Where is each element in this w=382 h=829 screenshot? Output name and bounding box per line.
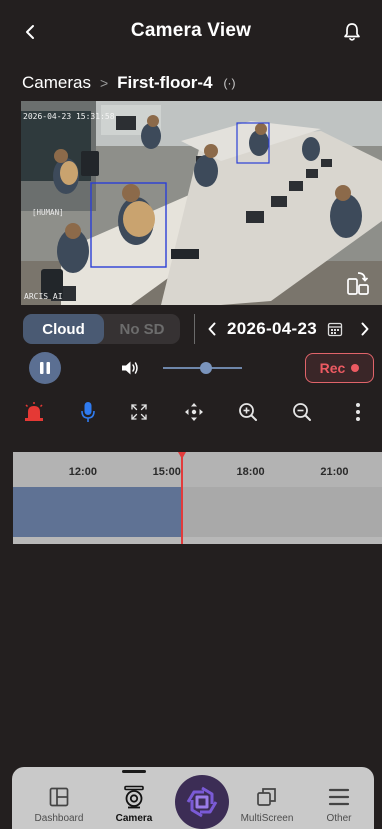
live-signal-icon: (·) xyxy=(223,76,236,90)
app-logo-icon xyxy=(186,786,218,818)
playback-timeline[interactable]: 12:00 15:00 18:00 21:00 xyxy=(13,452,382,544)
bell-icon xyxy=(344,23,360,41)
app-logo-button[interactable] xyxy=(175,775,229,829)
breadcrumb: Cameras > First-floor-4 (·) xyxy=(22,71,236,95)
office-scene-image xyxy=(21,101,382,305)
previous-date-button[interactable] xyxy=(204,317,220,341)
timeline-tick-label: 12:00 xyxy=(68,466,97,478)
camera-video-feed[interactable]: 2026-04-23 15:31:58 [HUMAN] ARCIS AI xyxy=(21,101,382,305)
menu-icon xyxy=(328,788,350,806)
playhead-marker-icon[interactable] xyxy=(178,452,187,459)
zoom-out-icon xyxy=(293,403,311,421)
pause-button[interactable] xyxy=(29,352,61,384)
video-watermark: ARCIS AI xyxy=(24,292,63,301)
chevron-right-icon xyxy=(361,322,369,336)
recorded-segment xyxy=(13,487,183,537)
current-date[interactable]: 2026-04-23 xyxy=(227,319,317,339)
storage-option-no-sd[interactable]: No SD xyxy=(104,314,180,344)
notifications-button[interactable] xyxy=(340,20,364,44)
timeline-tick-label: 15:00 xyxy=(152,466,181,478)
volume-slider-handle[interactable] xyxy=(200,362,213,374)
dashboard-icon xyxy=(49,787,69,807)
nav-item-other[interactable]: Other xyxy=(308,767,370,829)
camera-icon xyxy=(124,785,144,809)
speaker-icon[interactable] xyxy=(121,360,139,376)
nav-label-camera: Camera xyxy=(115,813,153,824)
calendar-icon[interactable] xyxy=(327,321,343,337)
storage-segmented-control: Cloud No SD xyxy=(23,314,180,344)
record-label: Rec xyxy=(319,360,346,376)
storage-date-row: Cloud No SD 2026-04-23 xyxy=(0,314,382,344)
detection-label: [HUMAN] xyxy=(32,208,64,217)
breadcrumb-separator: > xyxy=(99,75,109,91)
playback-row: Rec xyxy=(0,351,382,385)
breadcrumb-root[interactable]: Cameras xyxy=(22,73,91,93)
timeline-tick-label: 18:00 xyxy=(236,466,265,478)
nav-item-dashboard[interactable]: Dashboard xyxy=(24,767,94,829)
microphone-icon xyxy=(81,402,95,422)
multiscreen-icon xyxy=(257,788,276,806)
timeline-tick-label: 21:00 xyxy=(320,466,349,478)
nav-item-multiscreen[interactable]: MultiScreen xyxy=(234,767,300,829)
camera-toolbar xyxy=(0,398,382,426)
record-button[interactable]: Rec xyxy=(305,353,374,383)
rotate-screen-button[interactable] xyxy=(342,267,374,299)
ptz-move-icon xyxy=(185,403,203,421)
nav-label-dashboard: Dashboard xyxy=(34,813,84,824)
siren-button[interactable] xyxy=(22,400,46,424)
timeline-footer xyxy=(13,537,382,544)
app-header: Camera View xyxy=(0,0,382,64)
fullscreen-icon xyxy=(131,404,147,420)
zoom-in-button[interactable] xyxy=(236,400,260,424)
bottom-navigation: Dashboard Camera MultiScreen Other xyxy=(12,767,374,829)
video-timestamp: 2026-04-23 15:31:58 xyxy=(23,112,115,121)
more-options-button[interactable] xyxy=(346,400,370,424)
timeline-playhead[interactable] xyxy=(181,452,184,544)
next-date-button[interactable] xyxy=(357,317,373,341)
breadcrumb-current: First-floor-4 xyxy=(117,73,213,92)
nav-item-camera[interactable]: Camera xyxy=(100,767,168,829)
zoom-in-icon xyxy=(239,403,257,421)
divider xyxy=(194,314,195,344)
nav-label-other: Other xyxy=(326,813,352,824)
page-title: Camera View xyxy=(130,20,252,41)
fullscreen-button[interactable] xyxy=(127,400,151,424)
record-dot-icon xyxy=(351,364,360,372)
more-vertical-icon xyxy=(356,403,360,421)
ptz-move-button[interactable] xyxy=(182,400,206,424)
nav-active-indicator xyxy=(122,770,146,773)
siren-icon xyxy=(25,402,43,421)
rotate-screen-icon xyxy=(347,272,369,295)
chevron-left-icon xyxy=(208,322,216,336)
pause-icon xyxy=(40,362,50,374)
storage-option-cloud[interactable]: Cloud xyxy=(23,314,104,344)
microphone-button[interactable] xyxy=(76,400,100,424)
nav-label-multiscreen: MultiScreen xyxy=(240,813,294,824)
zoom-out-button[interactable] xyxy=(290,400,314,424)
